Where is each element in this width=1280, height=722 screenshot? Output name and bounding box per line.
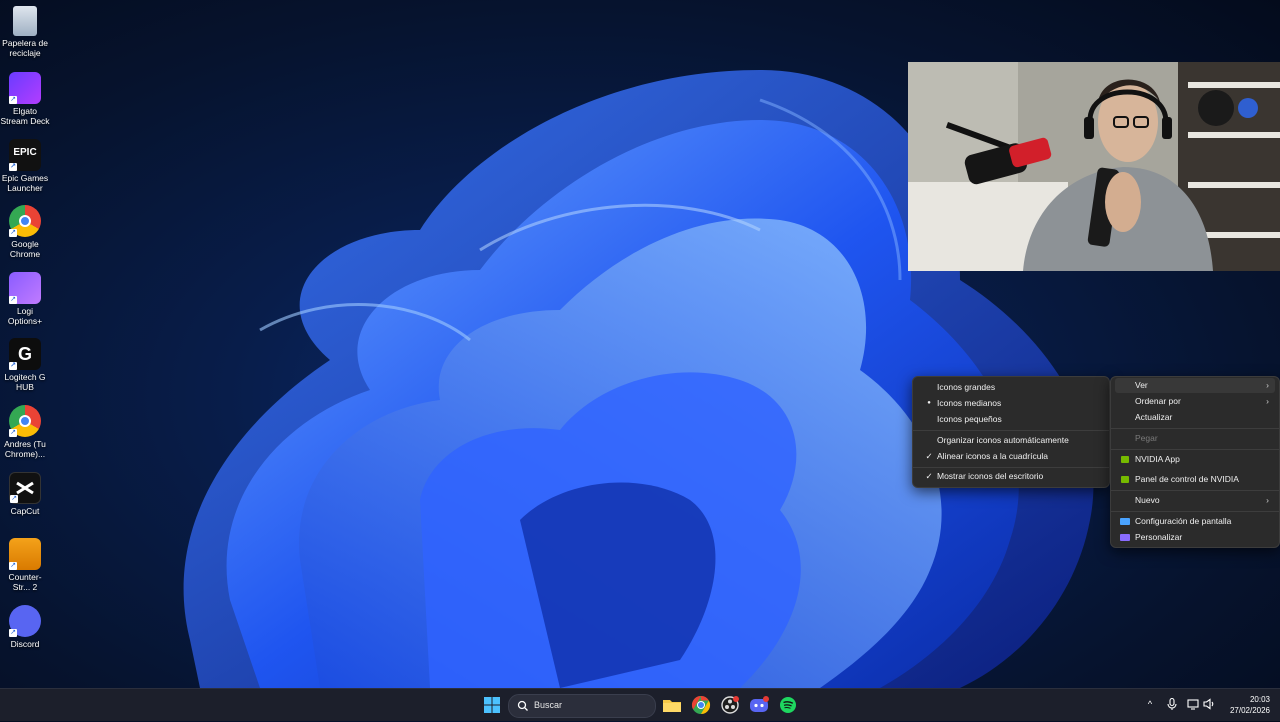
menu-item-nvidia-app[interactable]: NVIDIA App <box>1115 452 1275 467</box>
menu-item-paste: Pegar <box>1135 433 1158 443</box>
desktop-icon-chrome-profile[interactable]: ↗ Andres (Tu Chrome)... <box>0 405 50 459</box>
personalize-icon <box>1120 534 1130 541</box>
menu-item-large-icons[interactable]: Iconos grandes <box>917 380 1105 395</box>
menu-item-small-icons[interactable]: Iconos pequeños <box>917 412 1105 427</box>
desktop-icon-stream-deck[interactable]: ↗ Elgato Stream Deck <box>0 72 50 126</box>
desktop-icon-logitech-g-hub[interactable]: G ↗ Logitech G HUB <box>0 338 50 392</box>
view-submenu: Iconos grandes ● Iconos medianos Iconos … <box>912 376 1110 488</box>
menu-item-view[interactable]: Ver › <box>1115 378 1275 393</box>
menu-item-sort-by[interactable]: Ordenar por › <box>1115 394 1275 409</box>
taskbar-search[interactable]: Buscar <box>508 694 656 718</box>
menu-item-show-desktop-icons[interactable]: ✓ Mostrar iconos del escritorio <box>917 469 1105 484</box>
taskbar-chrome[interactable] <box>689 693 713 717</box>
menu-separator <box>1111 490 1279 491</box>
clock-time: 20:03 <box>1249 695 1270 704</box>
menu-separator <box>1111 511 1279 512</box>
recycle-bin-icon <box>13 6 37 36</box>
network-icon[interactable] <box>1186 697 1200 711</box>
menu-item-new[interactable]: Nuevo › <box>1115 493 1275 508</box>
nvidia-icon <box>1121 456 1129 463</box>
checkmark-icon: ✓ <box>925 451 933 461</box>
desktop-context-menu: Ver › Ordenar por › Actualizar Pegar NVI… <box>1110 376 1280 548</box>
taskbar-obs[interactable] <box>718 693 742 717</box>
taskbar-file-explorer[interactable] <box>660 693 684 717</box>
selected-dot-icon: ● <box>927 400 931 406</box>
tray-overflow-chevron-icon[interactable]: ^ <box>1143 697 1157 711</box>
menu-item-medium-icons[interactable]: ● Iconos medianos <box>917 396 1105 411</box>
menu-separator <box>1111 428 1279 429</box>
checkmark-icon: ✓ <box>925 471 933 481</box>
menu-separator <box>913 467 1109 468</box>
desktop-icon-epic-games[interactable]: EPIC ↗ Epic Games Launcher <box>0 139 50 193</box>
epic-games-icon: EPIC ↗ <box>9 139 41 171</box>
logi-options-icon: ↗ <box>9 272 41 304</box>
counter-strike-icon: ↗ <box>9 538 41 570</box>
start-button[interactable] <box>480 693 504 717</box>
discord-icon <box>750 696 769 712</box>
nvidia-icon <box>1121 476 1129 483</box>
desktop-icon-logi-options[interactable]: ↗ Logi Options+ <box>0 272 50 326</box>
desktop-icon-discord[interactable]: ↗ Discord <box>0 605 50 649</box>
taskbar: Buscar ^ 20:03 27/02/2026 <box>0 688 1280 721</box>
search-icon <box>517 700 528 711</box>
obs-icon <box>721 696 739 714</box>
logitech-g-hub-icon: G ↗ <box>9 338 41 370</box>
capcut-icon: ↗ <box>9 472 41 504</box>
menu-separator <box>913 430 1109 431</box>
desktop-icon-counter-strike[interactable]: ↗ Counter-Str... 2 <box>0 538 50 592</box>
display-icon <box>1120 518 1130 525</box>
start-icon <box>484 697 500 713</box>
menu-item-refresh[interactable]: Actualizar <box>1115 410 1275 425</box>
discord-icon: ↗ <box>9 605 41 637</box>
chrome-icon <box>691 696 711 714</box>
chevron-right-icon: › <box>1266 495 1269 505</box>
desktop-icon-google-chrome[interactable]: ↗ Google Chrome <box>0 205 50 259</box>
taskbar-spotify[interactable] <box>776 693 800 717</box>
clock-date: 27/02/2026 <box>1229 706 1270 715</box>
menu-separator <box>1111 449 1279 450</box>
menu-item-personalize[interactable]: Personalizar <box>1115 530 1275 545</box>
volume-icon[interactable] <box>1202 697 1216 711</box>
chrome-icon: ↗ <box>9 205 41 237</box>
menu-item-align-grid[interactable]: ✓ Alinear iconos a la cuadrícula <box>917 449 1105 464</box>
desktop-icon-recycle-bin[interactable]: Papelera de reciclaje <box>0 6 50 58</box>
taskbar-discord[interactable] <box>747 693 771 717</box>
webcam-overlay <box>908 62 1280 271</box>
chrome-profile-icon: ↗ <box>9 405 41 437</box>
desktop-icon-capcut[interactable]: ↗ CapCut <box>0 472 50 516</box>
stream-deck-icon: ↗ <box>9 72 41 104</box>
chevron-right-icon: › <box>1266 396 1269 406</box>
file-explorer-icon <box>663 700 681 712</box>
taskbar-clock[interactable]: 20:03 27/02/2026 <box>1230 694 1270 716</box>
menu-item-auto-arrange[interactable]: Organizar iconos automáticamente <box>917 433 1105 448</box>
menu-item-nvidia-control-panel[interactable]: Panel de control de NVIDIA <box>1115 472 1275 487</box>
menu-item-display-settings[interactable]: Configuración de pantalla <box>1115 514 1275 529</box>
spotify-icon <box>780 697 796 713</box>
microphone-icon[interactable] <box>1165 697 1179 711</box>
chevron-right-icon: › <box>1266 380 1269 390</box>
